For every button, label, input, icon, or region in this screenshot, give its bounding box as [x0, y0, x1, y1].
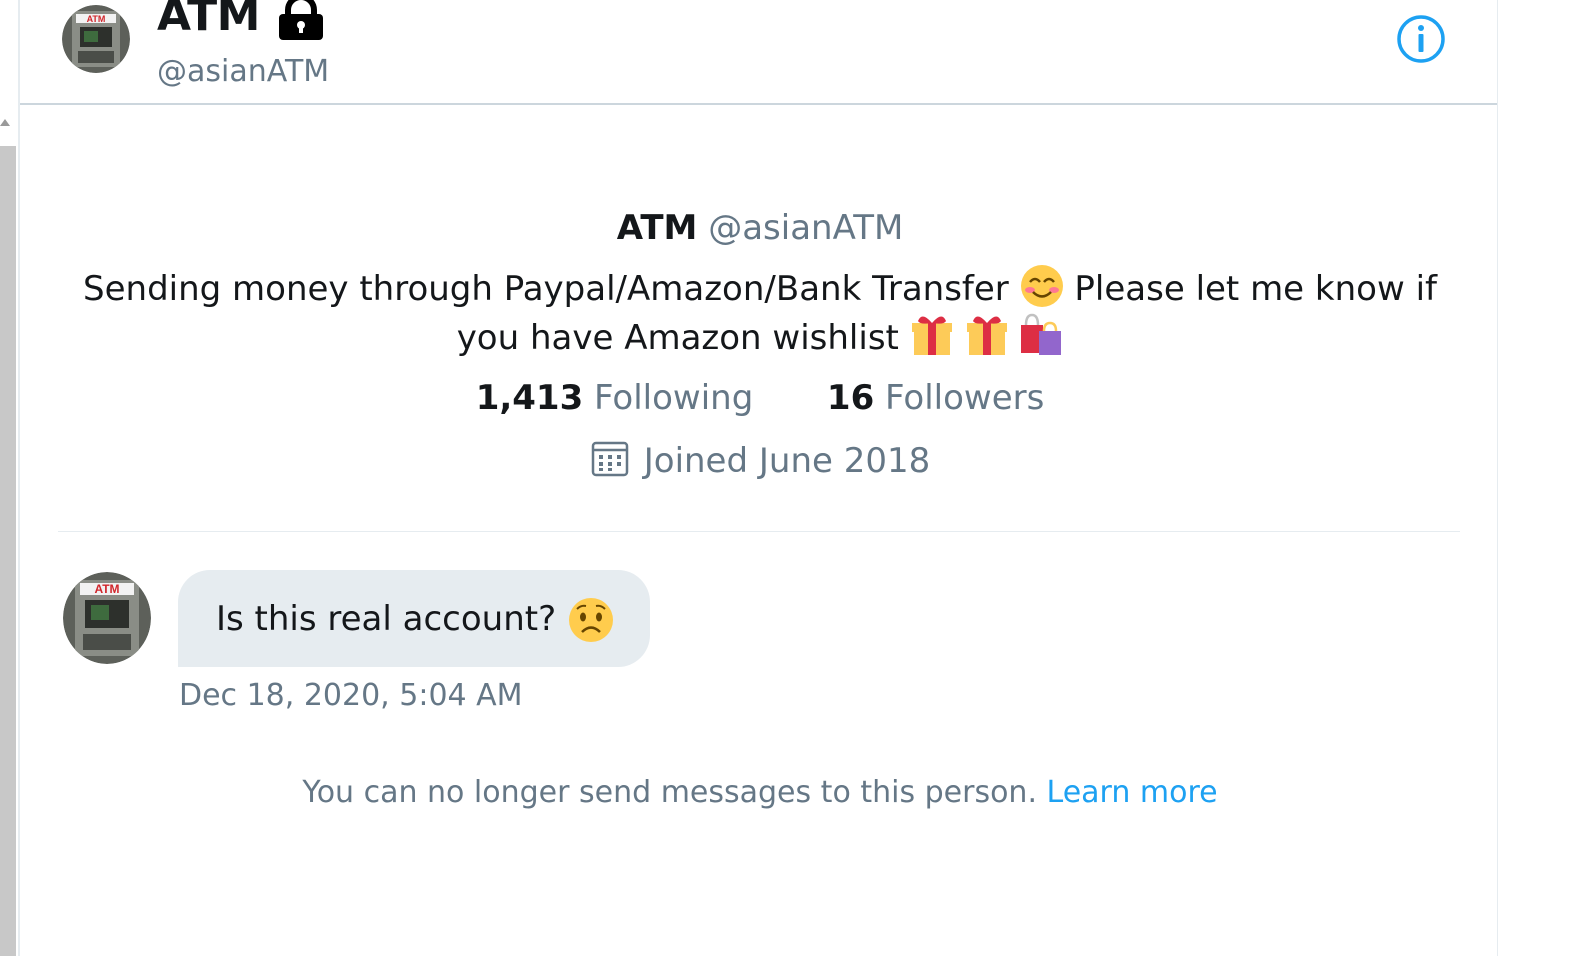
profile-handle: @asianATM — [708, 208, 904, 248]
message-text: Is this real account? — [216, 598, 557, 639]
profile-name-line[interactable]: ATM @asianATM — [0, 208, 1520, 248]
info-icon[interactable] — [1396, 14, 1446, 64]
svg-text:ATM: ATM — [87, 14, 106, 24]
header-name: ATM — [157, 0, 260, 41]
message-timestamp: Dec 18, 2020, 5:04 AM — [179, 678, 523, 713]
scroll-up-arrow[interactable] — [0, 119, 10, 126]
svg-text:ATM: ATM — [94, 582, 119, 596]
header-handle: @asianATM — [157, 54, 330, 89]
divider — [58, 531, 1460, 532]
shopping-bags-icon — [1019, 313, 1063, 357]
followers-link[interactable]: 16 Followers — [827, 378, 1044, 418]
following-count: 1,413 — [475, 378, 584, 418]
followers-count: 16 — [826, 378, 875, 418]
joined-text: Joined June 2018 — [643, 441, 931, 481]
worried-face-icon — [568, 597, 614, 642]
messaging-disabled-notice: You can no longer send messages to this … — [0, 775, 1520, 810]
conversation-header: ATM ATM @asianATM — [20, 0, 1497, 105]
message-avatar[interactable]: ATM — [63, 572, 151, 664]
profile-stats: 1,413 Following 16 Followers — [0, 378, 1520, 418]
bio-text-1: Sending money through Paypal/Amazon/Bank… — [83, 269, 1009, 309]
gift-icon — [965, 313, 1009, 357]
header-avatar[interactable]: ATM — [62, 5, 130, 73]
notice-text: You can no longer send messages to this … — [302, 775, 1037, 810]
profile-name: ATM — [616, 208, 698, 248]
profile-bio: Sending money through Paypal/Amazon/Bank… — [80, 264, 1440, 362]
gift-icon — [910, 313, 954, 357]
calendar-icon — [590, 438, 630, 478]
followers-label: Followers — [885, 378, 1045, 418]
learn-more-link[interactable]: Learn more — [1047, 775, 1218, 810]
joined-date-row: Joined June 2018 — [0, 438, 1520, 481]
following-label: Following — [594, 378, 754, 418]
scrollbar[interactable] — [0, 146, 16, 956]
lock-icon — [276, 0, 326, 40]
following-link[interactable]: 1,413 Following — [476, 378, 764, 418]
smiling-face-icon — [1020, 264, 1064, 308]
message-bubble[interactable]: Is this real account? — [178, 570, 651, 667]
